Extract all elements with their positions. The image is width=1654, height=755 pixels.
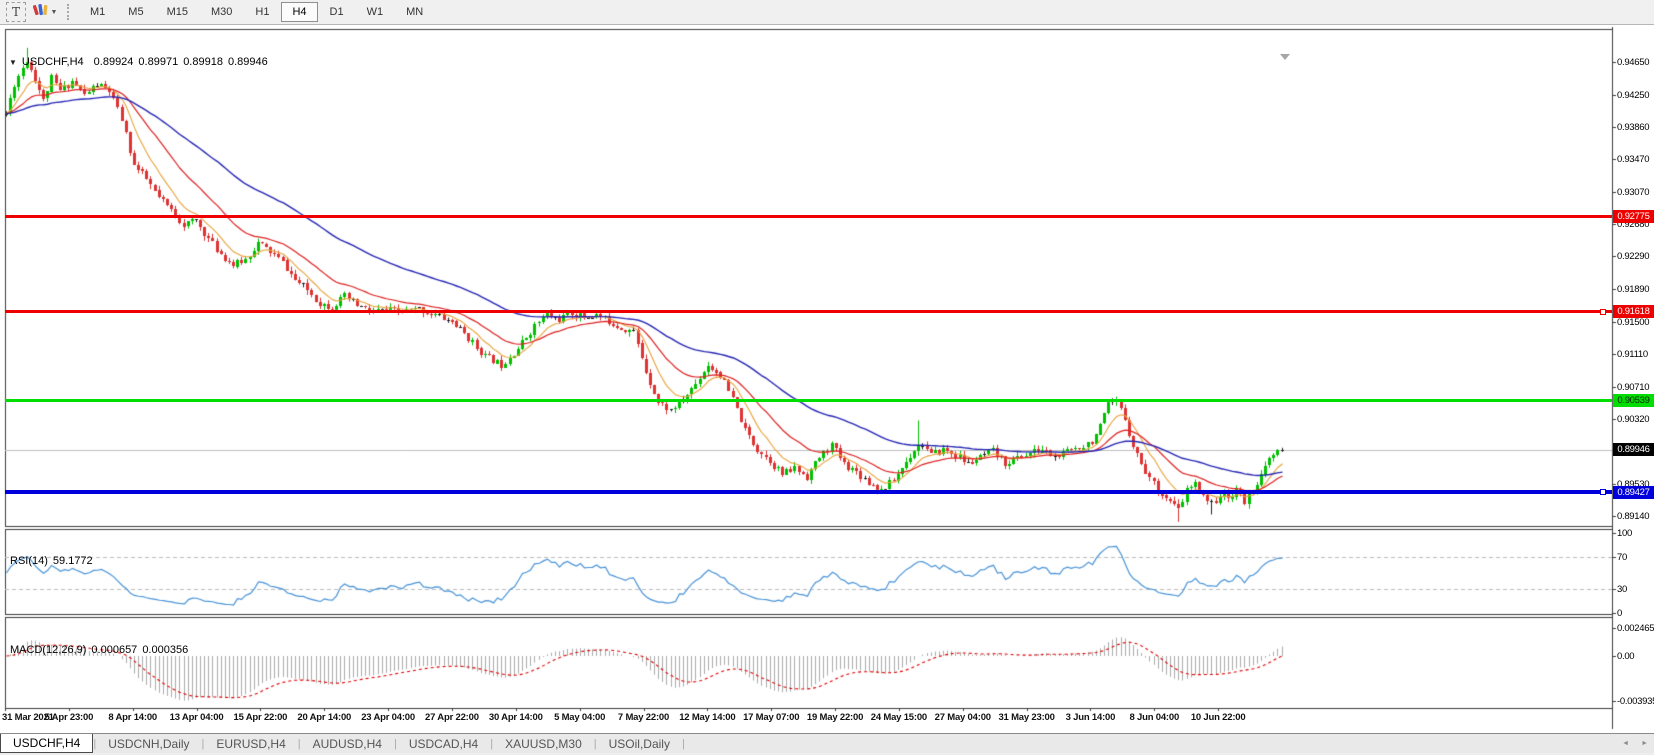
date-label: 3 Jun 14:00 [1065, 712, 1116, 723]
high-value: 0.89971 [138, 56, 179, 68]
rsi-tick-label: 0 [1617, 608, 1622, 619]
price-tick-label: 0.90320 [1617, 413, 1650, 425]
rsi-tick-label: 70 [1617, 552, 1627, 563]
price-tick-label: 0.89140 [1617, 511, 1650, 523]
low-value: 0.89918 [183, 56, 223, 68]
timeframe-button-M1[interactable]: M1 [79, 2, 116, 22]
chart-tab-USDCAD-H4[interactable]: USDCAD,H4 [397, 734, 490, 753]
timeframe-button-D1[interactable]: D1 [319, 2, 355, 22]
price-tick-label: 0.93860 [1617, 121, 1650, 133]
price-tick-label: 0.90710 [1617, 381, 1650, 393]
colors-tool-button[interactable]: ▼ [30, 2, 60, 22]
price-tick-label: 0.91110 [1617, 348, 1648, 360]
price-tick-label: 0.93070 [1617, 187, 1650, 199]
support-line-blue-handle[interactable] [1600, 489, 1606, 496]
toolbar-grip[interactable] [67, 4, 70, 20]
chart-tab-USDCNH-Daily[interactable]: USDCNH,Daily [96, 734, 201, 753]
chart-window: ▼ USDCHF,H4 0.89924 0.89971 0.89918 0.89… [0, 25, 1654, 733]
date-label: 5 Apr 23:00 [44, 712, 94, 723]
price-badge-resistance-line-2: 0.91618 [1613, 305, 1654, 319]
chevron-down-icon: ▼ [50, 8, 58, 16]
timeframe-button-H4[interactable]: H4 [281, 2, 318, 22]
macd-tick-label: 0.002465 [1617, 622, 1654, 634]
macd-tick-label: -0.003935 [1617, 695, 1654, 707]
date-label: 5 May 04:00 [554, 712, 606, 723]
date-label: 10 Jun 22:00 [1190, 712, 1246, 723]
date-label: 27 Apr 22:00 [425, 712, 479, 723]
crayons-icon [32, 3, 48, 22]
macd-tick-label: 0.00 [1617, 651, 1635, 662]
chart-canvas[interactable] [0, 25, 1654, 733]
support-line-blue[interactable] [5, 490, 1612, 495]
resistance-line-2[interactable] [5, 310, 1612, 314]
support-line-green[interactable] [5, 399, 1612, 403]
text-tool-button[interactable]: T [6, 2, 26, 22]
chart-tab-USOil-Daily[interactable]: USOil,Daily [597, 734, 682, 753]
price-tick-label: 0.94650 [1617, 56, 1650, 68]
chart-title: ▼ USDCHF,H4 0.89924 0.89971 0.89918 0.89… [9, 56, 273, 68]
price-badge-resistance-line-1: 0.92775 [1613, 209, 1654, 223]
date-label: 15 Apr 22:00 [233, 712, 288, 723]
macd-main-value: 0.000657 [91, 644, 138, 656]
timeframe-button-H1[interactable]: H1 [244, 2, 280, 22]
price-badge-support-line-green: 0.90539 [1613, 394, 1654, 408]
rsi-tick-label: 100 [1617, 528, 1632, 539]
rsi-name: RSI(14) [10, 555, 48, 567]
date-label: 27 May 04:00 [934, 712, 991, 723]
date-label: 23 Apr 04:00 [361, 712, 415, 723]
price-badge-support-line-blue: 0.89427 [1613, 485, 1654, 499]
macd-signal-value: 0.000356 [142, 644, 189, 656]
date-label: 7 May 22:00 [617, 712, 670, 723]
macd-indicator-label: MACD(12,26,9) 0.000657 0.000356 [10, 644, 193, 656]
top-toolbar: T ▼ M1 M5 M15 M30 H1 H4 D1 W1 MN [0, 0, 1654, 25]
date-label: 12 May 14:00 [679, 712, 736, 723]
tab-scroll-left-icon[interactable]: ◄ [1622, 740, 1629, 747]
chart-tab-bar: USDCHF,H4 | USDCNH,Daily | EURUSD,H4 | AUDUSD,… [0, 733, 1654, 753]
date-label: 19 May 22:00 [806, 712, 864, 723]
tab-scroll-right-icon[interactable]: ► [1641, 740, 1648, 747]
macd-name: MACD(12,26,9) [10, 644, 87, 656]
timeframe-button-M5[interactable]: M5 [117, 2, 154, 22]
rsi-tick-label: 30 [1617, 584, 1627, 595]
date-label: 20 Apr 14:00 [297, 712, 352, 723]
chart-tab-USDCHF-H4[interactable]: USDCHF,H4 [0, 734, 94, 753]
price-tick-label: 0.92290 [1617, 251, 1650, 263]
date-label: 17 May 07:00 [743, 712, 800, 723]
chart-tab-EURUSD-H4[interactable]: EURUSD,H4 [204, 734, 297, 753]
timeframe-button-M15[interactable]: M15 [156, 2, 199, 22]
tab-separator: | [681, 737, 685, 750]
date-label: 30 Apr 14:00 [488, 712, 543, 723]
resistance-line-2-handle[interactable] [1600, 308, 1606, 315]
chart-tab-XAUUSD-M30[interactable]: XAUUSD,M30 [493, 734, 594, 753]
date-label: 8 Apr 14:00 [108, 712, 158, 723]
date-label: 24 May 15:00 [870, 712, 928, 723]
open-value: 0.89924 [93, 56, 134, 68]
resistance-line-1[interactable] [5, 214, 1612, 218]
date-label: 31 May 23:00 [998, 712, 1055, 723]
chart-tab-AUDUSD-H4[interactable]: AUDUSD,H4 [301, 734, 394, 753]
timeframe-button-M30[interactable]: M30 [200, 2, 243, 22]
timeframe-button-W1[interactable]: W1 [356, 2, 395, 22]
timeframe-toolbar: M1 M5 M15 M30 H1 H4 D1 W1 MN [79, 2, 435, 22]
rsi-value: 59.1772 [52, 555, 93, 567]
date-label: 8 Jun 04:00 [1129, 712, 1180, 723]
price-tick-label: 0.93470 [1617, 154, 1650, 166]
rsi-indicator-label: RSI(14) 59.1772 [10, 555, 98, 567]
date-label: 13 Apr 04:00 [169, 712, 224, 723]
price-tick-label: 0.91890 [1617, 284, 1650, 296]
timeframe-button-MN[interactable]: MN [395, 2, 434, 22]
chart-menu-icon[interactable]: ▼ [9, 58, 17, 67]
current-price-badge: 0.89946 [1613, 443, 1654, 457]
price-tick-label: 0.94250 [1617, 89, 1650, 101]
symbol-label: USDCHF,H4 [21, 56, 84, 68]
close-value: 0.89946 [227, 56, 268, 68]
chart-shift-marker[interactable] [1280, 54, 1290, 60]
